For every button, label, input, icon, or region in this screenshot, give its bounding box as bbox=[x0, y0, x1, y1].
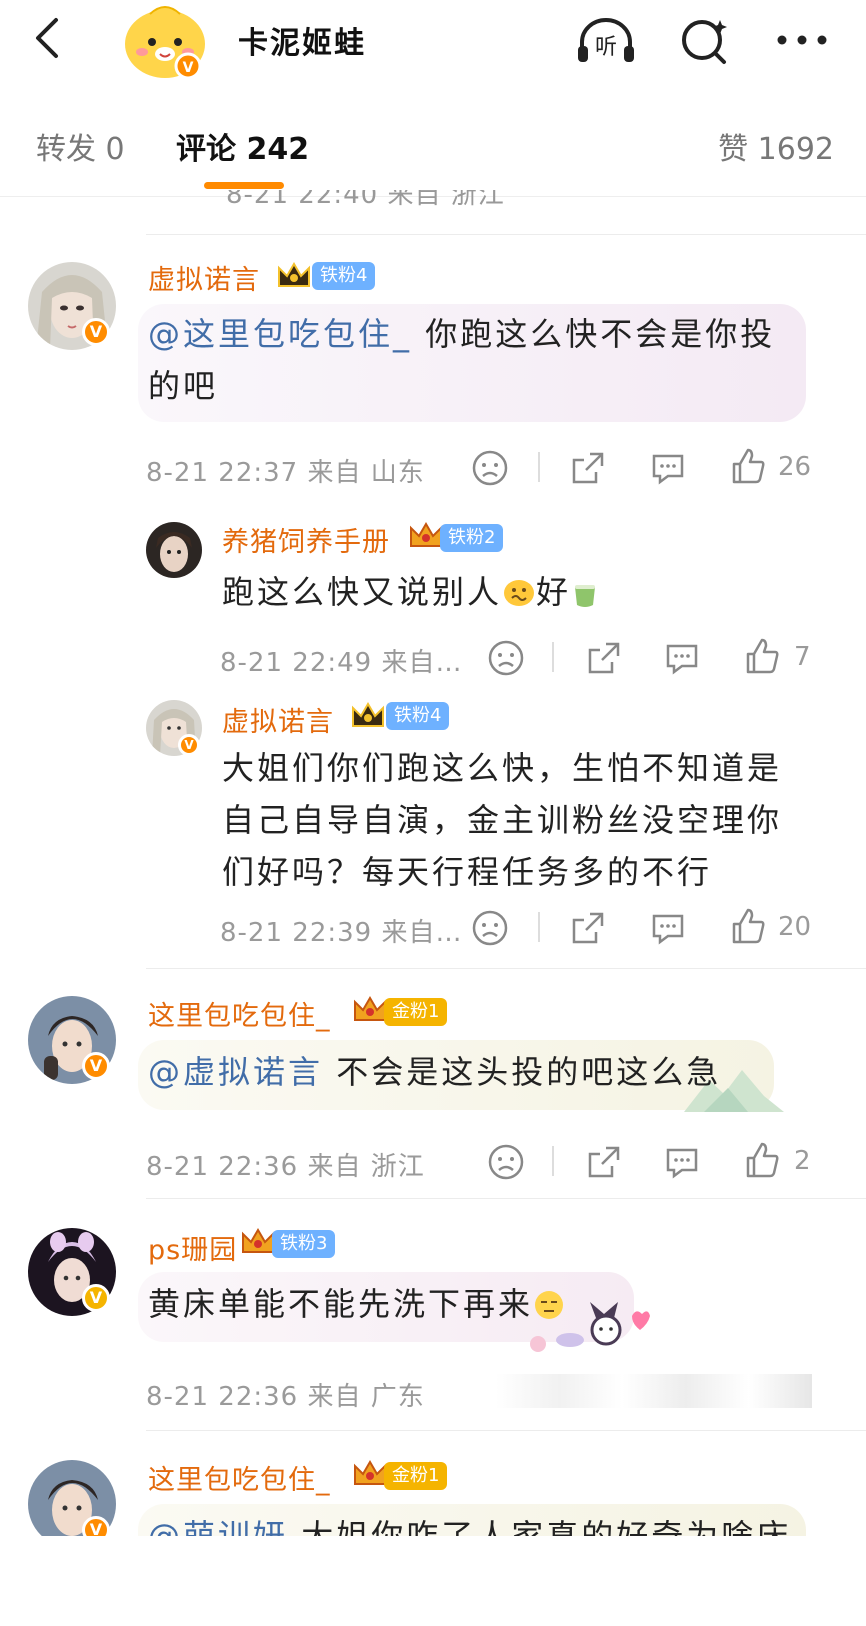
comment-text-clip: @萌训妍 大姐你咋了人家真的好奇为啥床 bbox=[148, 1510, 828, 1536]
comment-meta: 8-21 22:36 来自 浙江 bbox=[146, 1152, 425, 1182]
listen-label: 听 bbox=[595, 35, 617, 60]
mention-link[interactable]: @这里包吃包住_ bbox=[148, 315, 412, 353]
tab-bar: 转发 0 评论 242 赞 1692 bbox=[0, 92, 866, 197]
mention-link[interactable]: @萌训妍 bbox=[148, 1517, 288, 1536]
divider bbox=[146, 1430, 866, 1431]
tab-likes[interactable]: 赞 1692 bbox=[718, 124, 834, 168]
top-bar: V 卡泥姬蛙 听 bbox=[0, 0, 866, 92]
comment-meta: 8-21 22:37 来自 山东 bbox=[146, 458, 425, 488]
verified-badge-icon: V bbox=[82, 1052, 110, 1080]
divider bbox=[552, 1146, 554, 1176]
verified-badge-icon: V bbox=[82, 1284, 110, 1312]
fan-level-badge: 铁粉2 bbox=[440, 524, 504, 552]
divider bbox=[538, 912, 540, 942]
fan-level-badge: 铁粉3 bbox=[272, 1230, 336, 1258]
comment-username[interactable]: 虚拟诺言 bbox=[148, 258, 260, 297]
back-arrow-icon[interactable] bbox=[28, 16, 72, 60]
like-thumb-icon[interactable] bbox=[728, 906, 768, 946]
bottom-safe-area bbox=[0, 1536, 866, 1626]
like-count: 7 bbox=[794, 642, 811, 672]
crown-icon bbox=[278, 262, 310, 287]
avatar[interactable] bbox=[146, 522, 202, 578]
verified-badge-icon: V bbox=[178, 734, 200, 756]
comment-username[interactable]: 这里包吃包住_ bbox=[148, 994, 331, 1033]
divider bbox=[146, 968, 866, 969]
like-count: 20 bbox=[778, 912, 812, 942]
dislike-face-icon[interactable] bbox=[470, 908, 510, 948]
fan-level-badge: 铁粉4 bbox=[386, 702, 450, 730]
clipped-previous-comment-row: 8-21 22:40 来自 浙江 bbox=[226, 190, 866, 220]
reply-comment-icon[interactable] bbox=[662, 1142, 702, 1182]
dislike-face-icon[interactable] bbox=[486, 638, 526, 678]
page-title: 卡泥姬蛙 bbox=[238, 26, 366, 61]
reply-comment-icon[interactable] bbox=[648, 448, 688, 488]
listen-headphones-icon[interactable]: 听 bbox=[574, 14, 638, 68]
comment-text: @这里包吃包住_ 你跑这么快不会是你投的吧 bbox=[148, 315, 776, 405]
search-icon[interactable] bbox=[674, 14, 738, 68]
dislike-face-icon[interactable] bbox=[486, 1142, 526, 1182]
loading-placeholder-actions bbox=[496, 1374, 812, 1408]
share-icon[interactable] bbox=[568, 908, 608, 948]
tea-cup-emoji-icon bbox=[575, 585, 596, 607]
like-thumb-icon[interactable] bbox=[728, 446, 768, 486]
crown-icon bbox=[354, 1460, 386, 1485]
more-options-icon[interactable] bbox=[770, 14, 834, 68]
like-thumb-icon[interactable] bbox=[742, 1140, 782, 1180]
active-tab-indicator bbox=[204, 182, 284, 189]
fan-level-badge: 铁粉4 bbox=[312, 262, 376, 290]
comment-meta: 8-21 22:40 来自 浙江 bbox=[226, 190, 505, 210]
crown-icon bbox=[242, 1228, 274, 1253]
comment-text: @萌训妍 大姐你咋了人家真的好奇为啥床 bbox=[148, 1510, 791, 1536]
comment-username[interactable]: 养猪饲养手册 bbox=[222, 520, 390, 559]
comment-username[interactable]: ps珊园 bbox=[148, 1228, 237, 1267]
comment-text: 跑这么快又说别人好 bbox=[222, 566, 822, 618]
share-icon[interactable] bbox=[584, 638, 624, 678]
crown-icon bbox=[352, 702, 384, 727]
divider bbox=[552, 642, 554, 672]
divider bbox=[146, 234, 866, 235]
tab-repost[interactable]: 转发 0 bbox=[36, 124, 125, 168]
reply-comment-icon[interactable] bbox=[662, 638, 702, 678]
comment-username[interactable]: 虚拟诺言 bbox=[222, 700, 334, 739]
verified-badge-icon: V bbox=[82, 318, 110, 346]
divider bbox=[538, 452, 540, 482]
comment-username[interactable]: 这里包吃包住_ bbox=[148, 1458, 331, 1497]
divider bbox=[146, 1198, 866, 1199]
wobbly-emoji-icon bbox=[504, 580, 535, 606]
comment-text: 大姐们你们跑这么快，生怕不知道是自己自导自演，金主训粉丝没空理你们好吗？每天行程… bbox=[222, 749, 783, 891]
comment-text: @虚拟诺言 不会是这头投的吧这么急 bbox=[148, 1053, 722, 1091]
svg-text:V: V bbox=[183, 60, 194, 76]
share-icon[interactable] bbox=[584, 1142, 624, 1182]
comment-meta: 8-21 22:49 来自… bbox=[220, 648, 463, 678]
reply-comment-icon[interactable] bbox=[648, 908, 688, 948]
like-count: 26 bbox=[778, 452, 812, 482]
share-icon[interactable] bbox=[568, 448, 608, 488]
like-thumb-icon[interactable] bbox=[742, 636, 782, 676]
fan-level-badge: 金粉1 bbox=[384, 998, 448, 1026]
profile-avatar[interactable]: V bbox=[120, 2, 210, 80]
mention-link[interactable]: @虚拟诺言 bbox=[148, 1053, 323, 1091]
like-count: 2 bbox=[794, 1146, 811, 1176]
comment-meta: 8-21 22:36 来自 广东 bbox=[146, 1382, 425, 1412]
dislike-face-icon[interactable] bbox=[470, 448, 510, 488]
comment-meta: 8-21 22:39 来自… bbox=[220, 918, 463, 948]
kuromi-sticker-decoration-icon bbox=[530, 1302, 650, 1352]
crown-icon bbox=[354, 996, 386, 1021]
tab-comments[interactable]: 评论 242 bbox=[176, 124, 309, 168]
crown-icon bbox=[410, 522, 442, 547]
fan-level-badge: 金粉1 bbox=[384, 1462, 448, 1490]
